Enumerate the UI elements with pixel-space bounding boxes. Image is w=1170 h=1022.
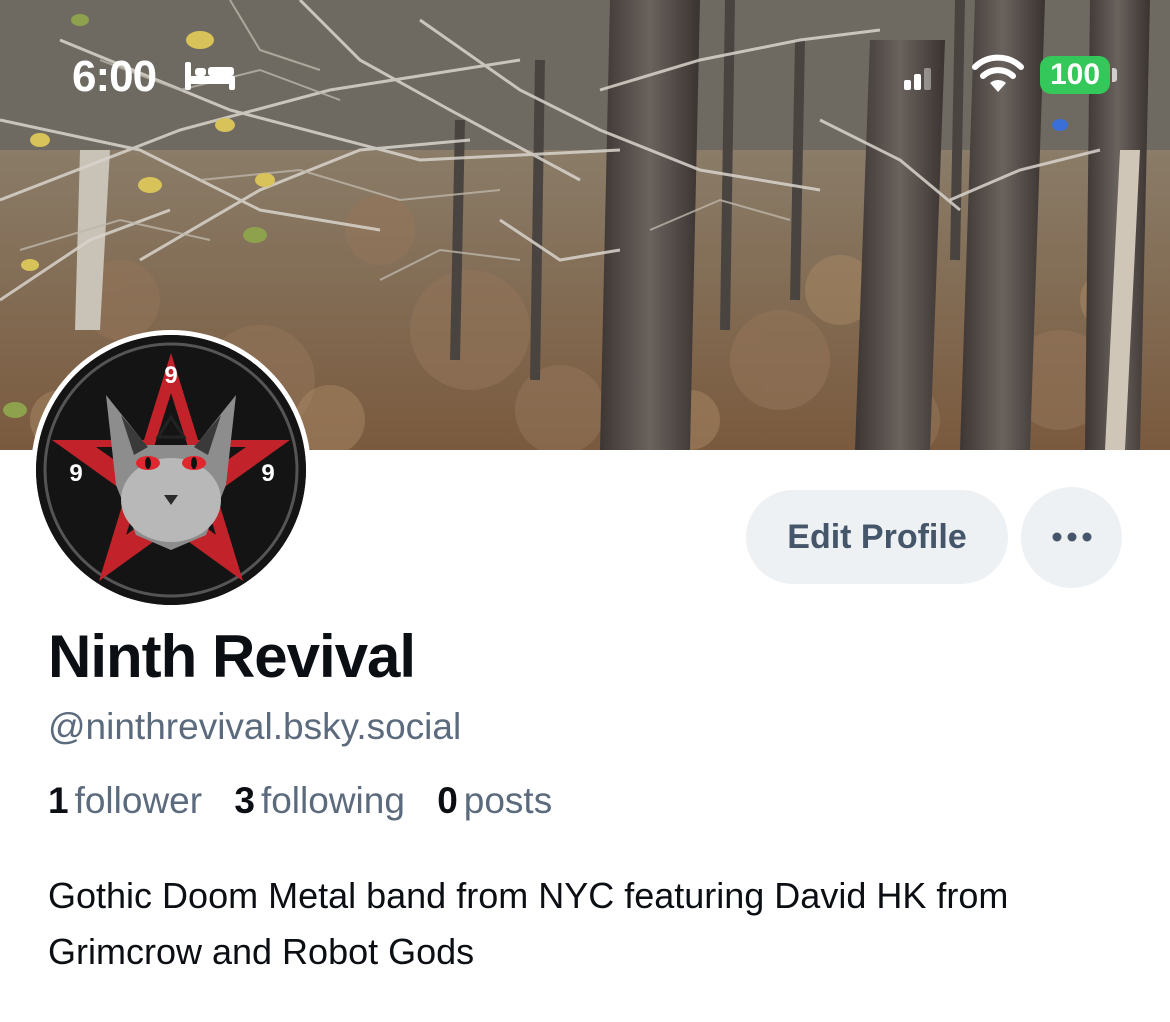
profile-handle: @ninthrevival.bsky.social — [48, 706, 462, 747]
posts-label: posts — [463, 780, 553, 821]
edit-profile-button[interactable]: Edit Profile — [746, 490, 1008, 584]
profile-stats: 1 follower 3 following 0 posts — [48, 780, 574, 822]
display-name: Ninth Revival — [48, 623, 416, 690]
cellular-signal-icon — [904, 68, 931, 90]
battery-nub — [1112, 68, 1117, 82]
following-count: 3 — [234, 780, 255, 821]
avatar-digit-left: 9 — [69, 460, 82, 487]
wifi-icon — [972, 54, 1024, 92]
followers-stat[interactable]: 1 follower — [48, 780, 202, 822]
following-stat[interactable]: 3 following — [234, 780, 405, 822]
followers-label: follower — [74, 780, 203, 821]
profile-avatar[interactable]: 9 9 9 — [31, 330, 311, 610]
ellipsis-icon — [1052, 532, 1092, 542]
profile-screen: 6:00 100 9 9 9 Edit Profile Ninth Reviva… — [0, 0, 1170, 1022]
profile-bio: Gothic Doom Metal band from NYC featurin… — [48, 875, 1009, 972]
avatar-digit-top: 9 — [164, 362, 177, 389]
following-label: following — [260, 780, 405, 821]
posts-count: 0 — [437, 780, 458, 821]
battery-icon: 100 — [1040, 56, 1110, 94]
more-options-button[interactable] — [1021, 487, 1122, 588]
followers-count: 1 — [48, 780, 69, 821]
avatar-image: 9 9 9 — [36, 335, 306, 605]
avatar-digit-right: 9 — [261, 460, 274, 487]
cat-pentagram-emblem: 9 9 9 — [36, 335, 306, 605]
bed-icon — [185, 62, 235, 90]
status-bar: 6:00 100 — [0, 0, 1170, 150]
status-time: 6:00 — [72, 52, 157, 101]
posts-stat: 0 posts — [437, 780, 552, 822]
